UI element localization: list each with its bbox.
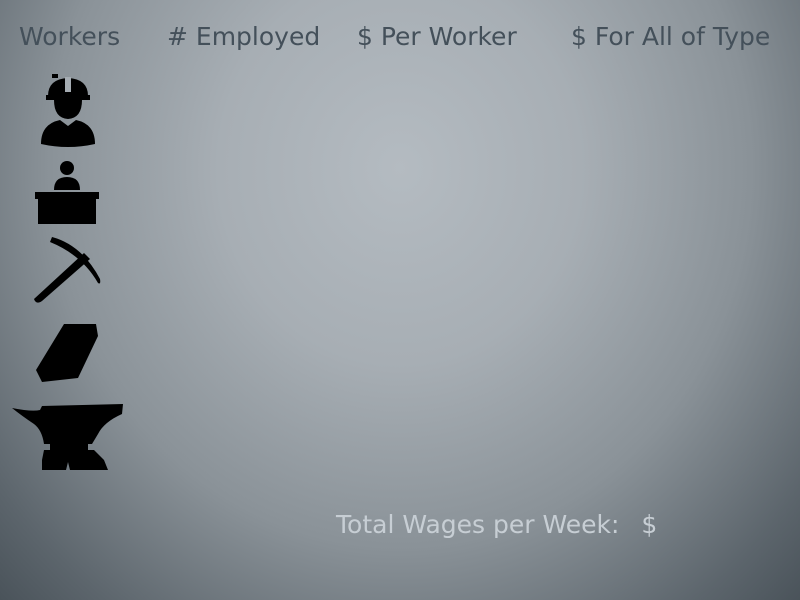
ingot-bar-icon bbox=[34, 322, 100, 384]
pickaxe-icon bbox=[32, 233, 104, 305]
total-wages: Total Wages per Week: $ bbox=[336, 510, 657, 540]
total-wages-currency: $ bbox=[641, 510, 658, 539]
column-header-for-all: $ For All of Type bbox=[571, 22, 771, 51]
column-header-workers: Workers bbox=[19, 22, 121, 51]
construction-worker-icon bbox=[38, 74, 98, 148]
anvil-icon bbox=[12, 404, 124, 472]
desk-clerk-icon bbox=[33, 160, 101, 226]
total-wages-label: Total Wages per Week: bbox=[336, 510, 620, 539]
column-header-employed: # Employed bbox=[167, 22, 321, 51]
column-header-per-worker: $ Per Worker bbox=[357, 22, 517, 51]
